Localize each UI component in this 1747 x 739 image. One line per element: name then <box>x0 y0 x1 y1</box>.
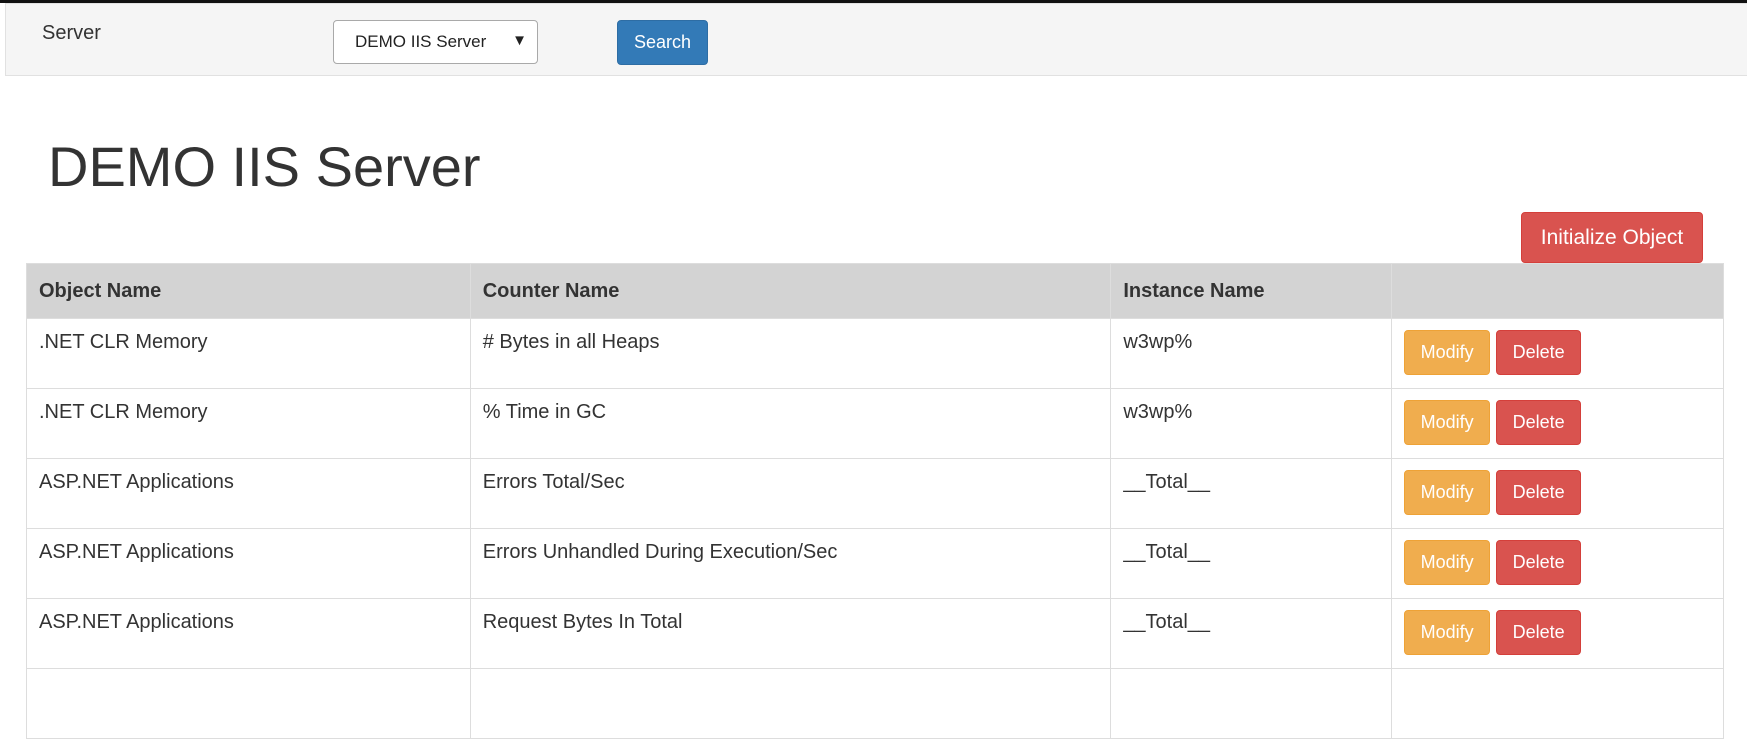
actions-cell: Modify Delete <box>1391 388 1724 459</box>
server-select[interactable]: DEMO IIS Server ▼ <box>333 20 538 64</box>
counter-name-cell: % Time in GC <box>469 388 1112 459</box>
delete-button[interactable]: Delete <box>1496 400 1582 445</box>
instance-name-cell: __Total__ <box>1110 598 1393 669</box>
object-name-cell <box>26 668 471 739</box>
instance-name-cell: __Total__ <box>1110 458 1393 529</box>
actions-cell <box>1391 668 1724 739</box>
table-header-row: Object Name Counter Name Instance Name <box>26 263 1724 319</box>
instance-name-cell: __Total__ <box>1110 528 1393 599</box>
modify-button[interactable]: Modify <box>1404 540 1491 585</box>
page-title: DEMO IIS Server <box>48 135 481 198</box>
table-row: ASP.NET Applications Errors Total/Sec __… <box>26 458 1724 529</box>
delete-button[interactable]: Delete <box>1496 330 1582 375</box>
actions-cell: Modify Delete <box>1391 458 1724 529</box>
table-row <box>26 668 1724 739</box>
actions-cell: Modify Delete <box>1391 598 1724 669</box>
counter-name-cell: Request Bytes In Total <box>469 598 1112 669</box>
counter-name-cell <box>469 668 1112 739</box>
object-name-cell: .NET CLR Memory <box>26 388 471 459</box>
instance-name-cell: w3wp% <box>1110 318 1393 389</box>
object-name-cell: .NET CLR Memory <box>26 318 471 389</box>
filter-bar: Server DEMO IIS Server ▼ Search <box>5 3 1747 76</box>
search-button[interactable]: Search <box>617 20 708 65</box>
column-header-actions <box>1391 263 1724 319</box>
table-row: ASP.NET Applications Request Bytes In To… <box>26 598 1724 669</box>
column-header-instance-name: Instance Name <box>1110 263 1393 319</box>
counter-name-cell: Errors Unhandled During Execution/Sec <box>469 528 1112 599</box>
table-row: ASP.NET Applications Errors Unhandled Du… <box>26 528 1724 599</box>
counter-name-cell: Errors Total/Sec <box>469 458 1112 529</box>
object-name-cell: ASP.NET Applications <box>26 528 471 599</box>
server-label: Server <box>42 22 101 44</box>
delete-button[interactable]: Delete <box>1496 610 1582 655</box>
counters-table: Object Name Counter Name Instance Name .… <box>26 263 1724 739</box>
table-row: .NET CLR Memory # Bytes in all Heaps w3w… <box>26 318 1724 389</box>
actions-cell: Modify Delete <box>1391 318 1724 389</box>
instance-name-cell: w3wp% <box>1110 388 1393 459</box>
counter-name-cell: # Bytes in all Heaps <box>469 318 1112 389</box>
column-header-counter-name: Counter Name <box>469 263 1112 319</box>
object-name-cell: ASP.NET Applications <box>26 598 471 669</box>
initialize-object-button[interactable]: Initialize Object <box>1521 212 1703 263</box>
chevron-down-icon: ▼ <box>512 32 527 49</box>
modify-button[interactable]: Modify <box>1404 470 1491 515</box>
modify-button[interactable]: Modify <box>1404 400 1491 445</box>
delete-button[interactable]: Delete <box>1496 470 1582 515</box>
server-select-value: DEMO IIS Server <box>355 32 487 51</box>
object-name-cell: ASP.NET Applications <box>26 458 471 529</box>
modify-button[interactable]: Modify <box>1404 610 1491 655</box>
delete-button[interactable]: Delete <box>1496 540 1582 585</box>
instance-name-cell <box>1110 668 1393 739</box>
actions-cell: Modify Delete <box>1391 528 1724 599</box>
modify-button[interactable]: Modify <box>1404 330 1491 375</box>
table-row: .NET CLR Memory % Time in GC w3wp% Modif… <box>26 388 1724 459</box>
column-header-object-name: Object Name <box>26 263 471 319</box>
